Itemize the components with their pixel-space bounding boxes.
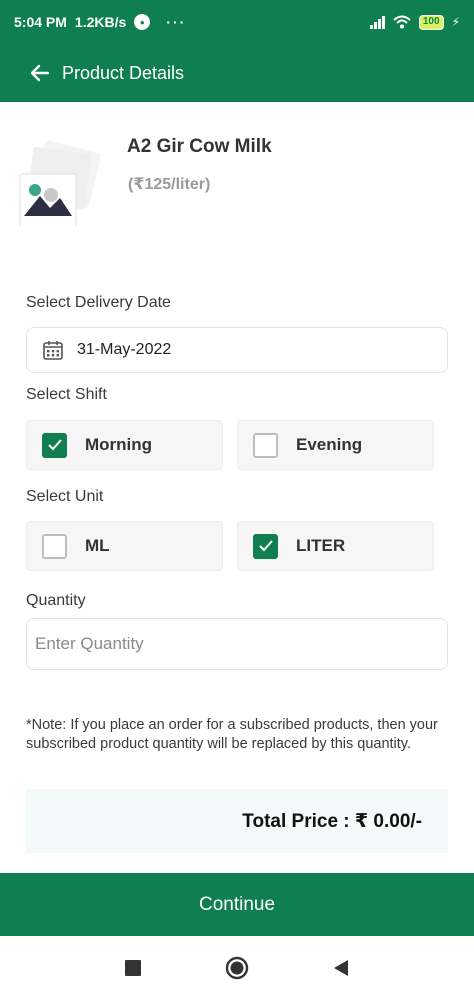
battery-icon: 100 <box>418 14 444 30</box>
wifi-icon <box>393 15 411 29</box>
shift-option-evening[interactable]: Evening <box>237 420 434 470</box>
delivery-date-field[interactable]: 31-May-2022 <box>26 327 448 373</box>
signal-icon <box>369 15 385 29</box>
charging-icon: ⚡ <box>451 15 460 29</box>
status-network-speed: 1.2KB/s <box>74 14 127 30</box>
back-button[interactable] <box>329 956 353 980</box>
unit-label: Select Unit <box>26 488 104 505</box>
unit-option-label: ML <box>85 536 110 555</box>
recent-apps-button[interactable] <box>121 956 145 980</box>
total-price: Total Price : ₹ 0.00/- <box>242 810 422 832</box>
product-card: A2 Gir Cow Milk (₹125/liter) <box>18 132 458 242</box>
shift-label: Select Shift <box>26 386 107 403</box>
quantity-field[interactable] <box>26 618 448 670</box>
jio-icon: ● <box>134 14 151 30</box>
checkbox-checked-icon[interactable] <box>42 432 67 458</box>
product-image-placeholder-icon <box>19 140 100 226</box>
total-price-box: Total Price : ₹ 0.00/- <box>26 789 448 853</box>
page-title: Product Details <box>62 62 185 83</box>
status-bar: 5:04 PM 1.2KB/s ● ··· 100 ⚡ <box>0 0 474 44</box>
more-notifications: ··· <box>166 14 187 30</box>
unit-option-liter[interactable]: LITER <box>237 521 434 571</box>
unit-option-ml[interactable]: ML <box>26 521 223 571</box>
shift-option-label: Morning <box>85 435 153 454</box>
square-icon <box>125 960 141 976</box>
quantity-label: Quantity <box>26 592 86 609</box>
back-arrow-icon[interactable] <box>28 61 52 85</box>
app-bar: Product Details <box>0 44 474 102</box>
calendar-icon <box>43 341 63 360</box>
home-button[interactable] <box>225 956 249 980</box>
status-time: 5:04 PM <box>14 14 67 30</box>
checkbox-checked-icon[interactable] <box>253 533 278 559</box>
circle-icon <box>225 956 249 980</box>
shift-option-morning[interactable]: Morning <box>26 420 223 470</box>
delivery-date-label: Select Delivery Date <box>26 294 171 311</box>
subscription-note: *Note: If you place an order for a subsc… <box>26 717 438 752</box>
shift-option-label: Evening <box>296 435 363 454</box>
checkbox-unchecked-icon[interactable] <box>253 432 278 458</box>
delivery-date-value: 31-May-2022 <box>77 341 172 358</box>
system-nav-bar <box>0 936 474 1000</box>
unit-option-label: LITER <box>296 536 346 555</box>
product-name: A2 Gir Cow Milk <box>127 136 272 157</box>
checkbox-unchecked-icon[interactable] <box>42 533 67 559</box>
quantity-input[interactable] <box>35 634 447 654</box>
product-price: (₹125/liter) <box>128 176 211 193</box>
triangle-back-icon <box>334 960 348 976</box>
continue-button[interactable]: Continue <box>0 873 474 936</box>
